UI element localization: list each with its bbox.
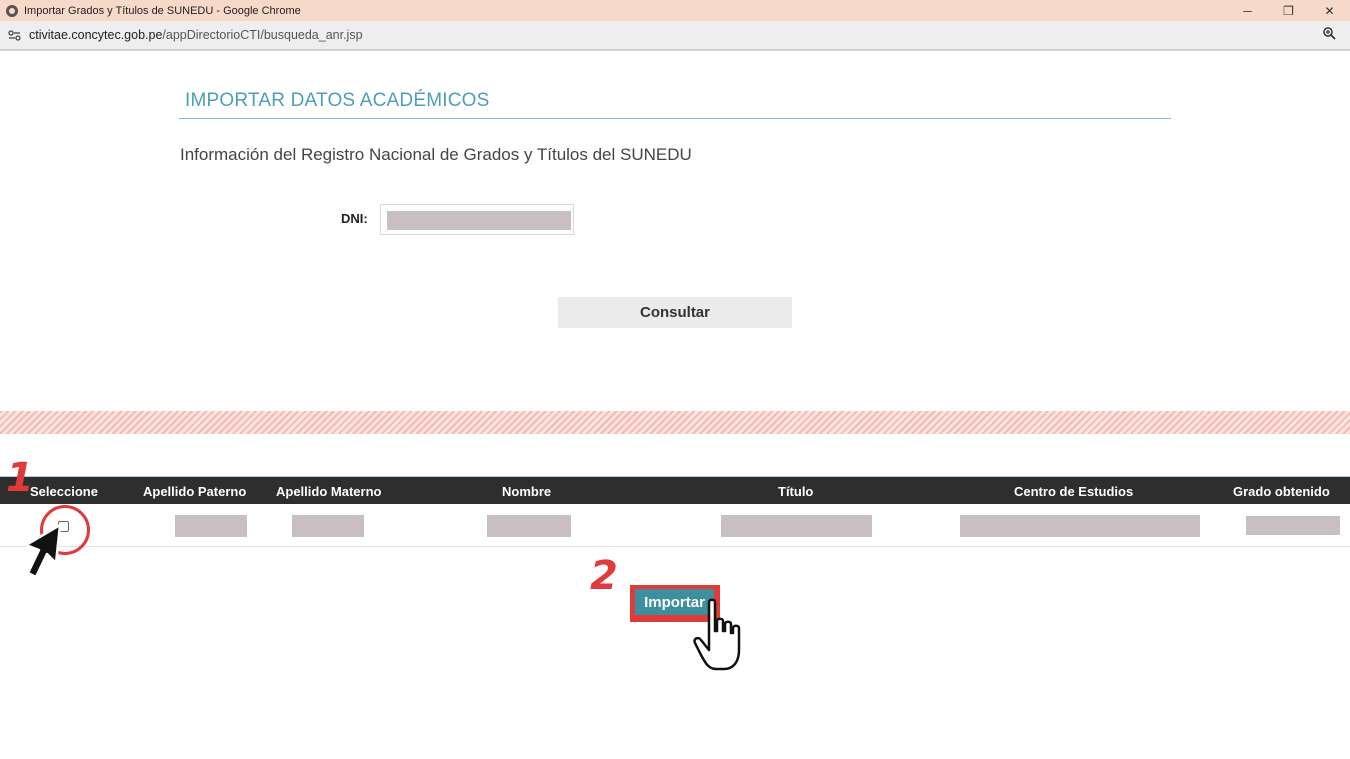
page-title: IMPORTAR DATOS ACADÉMICOS — [185, 90, 490, 111]
chrome-icon — [6, 4, 18, 17]
address-bar[interactable]: ctivitae.concytec.gob.pe /appDirectorioC… — [0, 21, 1350, 51]
redacted-apellido-materno — [292, 515, 364, 537]
restore-button[interactable]: ❐ — [1268, 0, 1309, 21]
window-titlebar: Importar Grados y Títulos de SUNEDU - Go… — [0, 0, 1350, 21]
window-title: Importar Grados y Títulos de SUNEDU - Go… — [24, 4, 301, 17]
url-host: ctivitae.concytec.gob.pe — [29, 28, 163, 42]
redacted-centro-de-estudios — [960, 515, 1200, 537]
redacted-nombre — [487, 515, 571, 537]
title-divider — [179, 118, 1171, 119]
redacted-dni-value — [387, 211, 571, 230]
header-grado-obtenido: Grado obtenido — [1233, 484, 1330, 499]
page-subtitle: Información del Registro Nacional de Gra… — [180, 145, 692, 164]
hand-pointer-icon — [693, 598, 741, 671]
header-centro-de-estudios: Centro de Estudios — [1014, 484, 1134, 499]
redacted-apellido-paterno — [175, 515, 247, 537]
header-nombre: Nombre — [502, 484, 552, 499]
minimize-button[interactable]: ─ — [1227, 0, 1268, 21]
header-apellido-paterno: Apellido Paterno — [143, 484, 247, 499]
redacted-titulo — [721, 515, 872, 537]
arrow-cursor-icon — [24, 523, 62, 579]
dni-label: DNI: — [341, 211, 368, 226]
header-titulo: Título — [778, 484, 814, 499]
redacted-grado-obtenido — [1246, 516, 1340, 535]
step-1-label: 1 — [6, 455, 34, 501]
consultar-button[interactable]: Consultar — [558, 297, 792, 328]
row-divider — [0, 546, 1350, 547]
striped-divider — [0, 411, 1350, 434]
site-settings-icon[interactable] — [7, 28, 21, 42]
url-path: /appDirectorioCTI/busqueda_anr.jsp — [162, 28, 363, 42]
zoom-icon[interactable] — [1323, 27, 1336, 43]
header-apellido-materno: Apellido Materno — [276, 484, 382, 499]
dni-input[interactable] — [380, 204, 574, 235]
step-2-label: 2 — [590, 553, 618, 599]
header-seleccione: Seleccione — [30, 484, 98, 499]
close-button[interactable]: ✕ — [1309, 0, 1350, 21]
window-controls: ─ ❐ ✕ — [1227, 0, 1350, 21]
table-header: Seleccione Apellido Paterno Apellido Mat… — [0, 477, 1350, 504]
